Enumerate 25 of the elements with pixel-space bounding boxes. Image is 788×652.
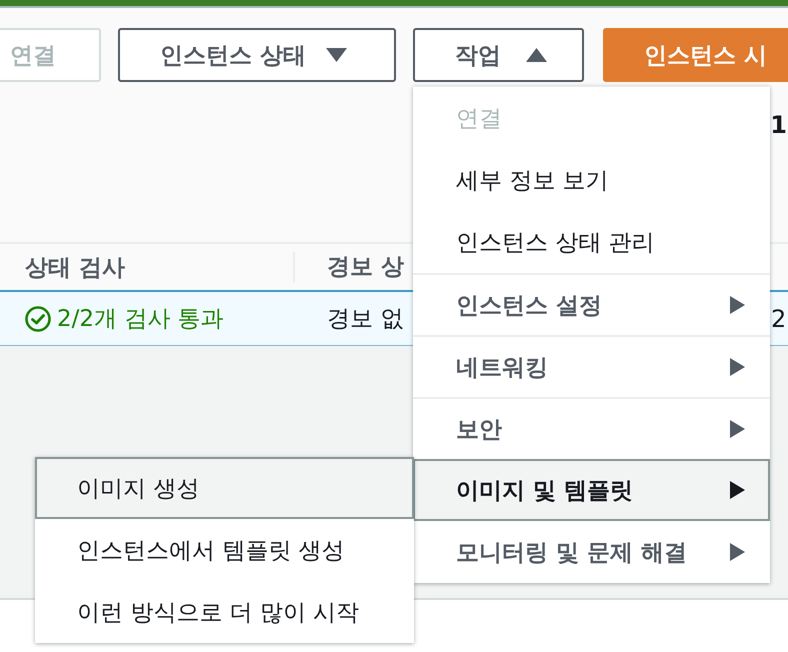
page-number[interactable]: 1 — [770, 110, 788, 140]
menu-item[interactable]: 이런 방식으로 더 많이 시작 — [35, 581, 414, 643]
caret-icon — [526, 48, 547, 62]
table-cell: 2 — [771, 304, 786, 332]
caret-icon — [326, 48, 348, 62]
menu-item[interactable]: 이미지 및 템플릿 — [413, 459, 770, 521]
column-header[interactable]: 상태 검사 — [25, 252, 126, 282]
menu-item[interactable]: 모니터링 및 문제 해결 — [413, 521, 770, 583]
submenu-arrow-icon — [730, 358, 745, 376]
menu-item[interactable]: 인스턴스에서 템플릿 생성 — [35, 519, 414, 581]
menu-item[interactable]: 이미지 생성 — [35, 457, 414, 519]
submenu-arrow-icon — [730, 481, 745, 499]
status-check-text: 2/2개 검사 통과 — [57, 305, 224, 334]
check-circle-icon — [25, 306, 51, 332]
menu-item[interactable]: 인스턴스 상태 관리 — [413, 211, 770, 273]
submenu-arrow-icon — [730, 420, 745, 438]
table-cell-text: 경보 없 — [327, 305, 404, 334]
column-header[interactable]: 경보 상 — [293, 252, 404, 282]
submenu-arrow-icon — [730, 543, 745, 561]
dropdown-button[interactable]: 인스턴스 상태 — [118, 28, 396, 82]
menu-item[interactable]: 인스턴스 설정 — [413, 273, 770, 335]
menu-item[interactable]: 네트워킹 — [413, 335, 770, 397]
dropdown-button[interactable]: 작업 — [413, 28, 584, 82]
submenu-arrow-icon — [730, 296, 745, 314]
menu-item[interactable]: 세부 정보 보기 — [413, 149, 770, 211]
